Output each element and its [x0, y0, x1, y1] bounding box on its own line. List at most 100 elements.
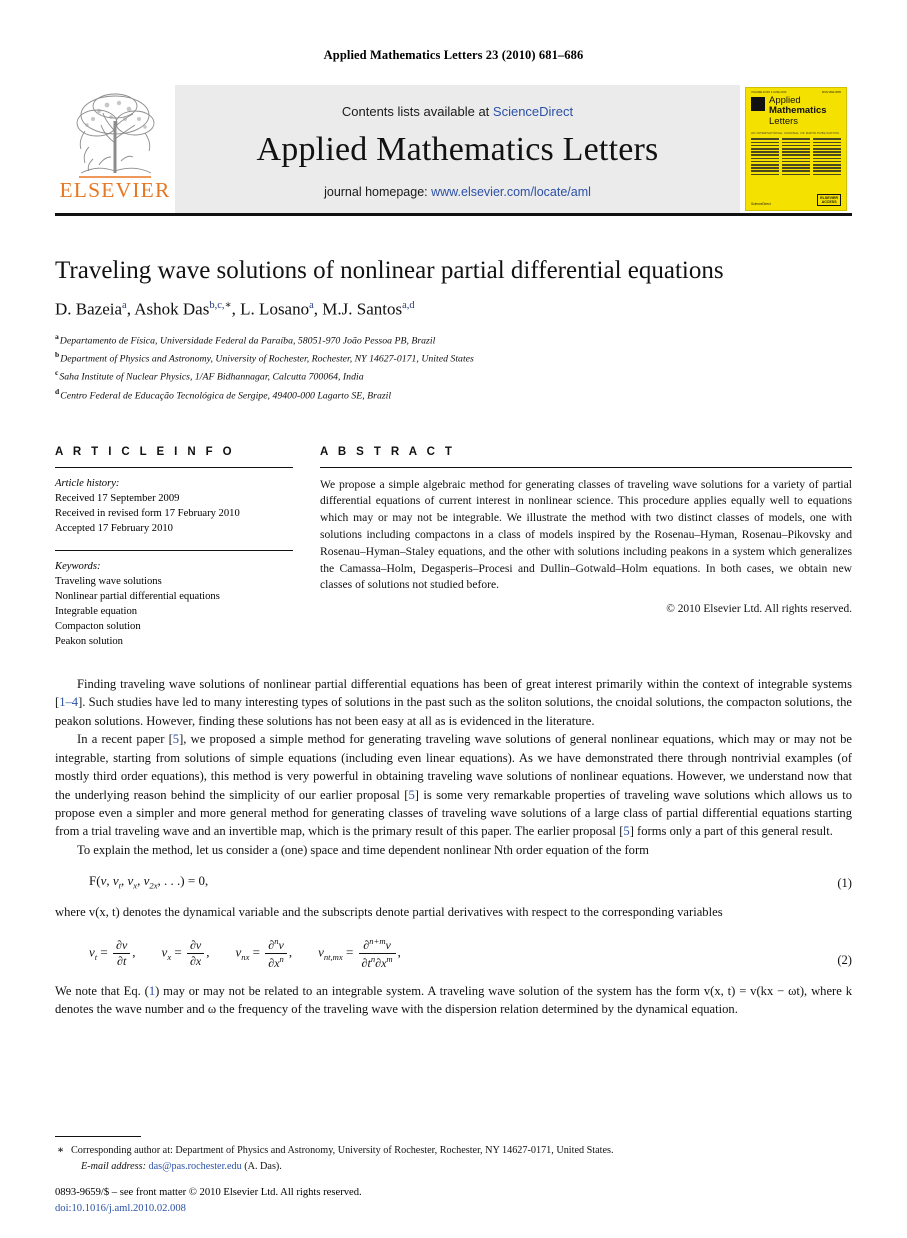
author-name: M.J. Santos [322, 299, 403, 319]
para3-text: To explain the method, let us consider a… [77, 842, 649, 857]
journal-masthead: ELSEVIER Contents lists available at Sci… [55, 85, 852, 216]
elsevier-tree-icon [76, 93, 155, 178]
equation-2-body: vt = ∂v ∂t, vx = ∂v ∂x, vnx = ∂nv ∂xn, vnt,… [55, 935, 401, 970]
cover-column [813, 138, 841, 176]
eq2-term-vx: vx = ∂v ∂x, [161, 937, 210, 968]
para1-part-b: ]. Such studies have led to many interes… [55, 695, 852, 728]
masthead-center: Contents lists available at ScienceDirec… [175, 85, 740, 213]
divider [55, 549, 293, 551]
doi-link[interactable]: doi:10.1016/j.aml.2010.02.008 [55, 1201, 362, 1216]
cover-column [751, 138, 779, 176]
corresponding-author-note: ∗ Corresponding author at: Department of… [55, 1143, 852, 1158]
keyword-item: Peakon solution [55, 635, 123, 647]
cover-access-badge: ELSEVIER ACCESS [817, 193, 841, 206]
sciencedirect-link[interactable]: ScienceDirect [493, 104, 573, 119]
article-history-block: Article history: Received 17 September 2… [55, 476, 293, 536]
affiliation-item: dCentro Federal de Educação Tecnológica … [55, 386, 852, 404]
journal-cover-image: VOLUME 23 NO 6 JUNE 2010 ISSN 0893-9659 … [745, 87, 847, 211]
author-affil-mark: a,d [402, 299, 415, 311]
article-history-label: Article history: [55, 477, 120, 489]
email-note: E-mail address: das@pas.rochester.edu (A… [55, 1159, 852, 1174]
cover-title-line3: Letters [769, 115, 799, 127]
abstract-heading: A B S T R A C T [320, 445, 456, 458]
body-paragraph-1: Finding traveling wave solutions of nonl… [55, 675, 852, 730]
eq2-term-vntmx: vnt,mx = ∂n+mv ∂tn∂xm, [318, 935, 401, 970]
cover-contents-columns [751, 138, 841, 176]
author-name: D. Bazeia [55, 299, 123, 319]
affiliation-text: Department of Physics and Astronomy, Uni… [60, 353, 474, 365]
history-item: Received in revised form 17 February 201… [55, 507, 240, 519]
equation-1-body: F(v, vt, vx, v2x, . . .) = 0, [89, 873, 209, 891]
body-paragraph-3: To explain the method, let us consider a… [55, 841, 852, 859]
email-label: E-mail address: [81, 1160, 146, 1172]
article-info-heading: A R T I C L E I N F O [55, 445, 236, 458]
cover-issn-text: ISSN 0893-9659 [821, 91, 841, 94]
cover-sciencedirect-label: ScienceDirect [751, 202, 771, 206]
cover-bottom: ScienceDirect ELSEVIER ACCESS [751, 193, 841, 206]
asterisk-icon: ∗ [57, 1145, 65, 1157]
equation-2: vt = ∂v ∂t, vx = ∂v ∂x, vnx = ∂nv ∂xn, vnt,… [55, 935, 852, 970]
article-title: Traveling wave solutions of nonlinear pa… [55, 257, 724, 284]
cover-badge-line2: ACCESS [821, 199, 837, 204]
cover-publisher-mark [751, 96, 765, 111]
journal-title: Applied Mathematics Letters [256, 130, 659, 168]
eq2-term-vnx: vnx = ∂nv ∂xn, [235, 935, 293, 970]
cover-subtitle: AN INTERNATIONAL JOURNAL OF RAPID PUBLIC… [751, 131, 840, 136]
journal-cover-thumbnail: VOLUME 23 NO 6 JUNE 2010 ISSN 0893-9659 … [740, 85, 852, 213]
history-item: Accepted 17 February 2010 [55, 522, 173, 534]
elsevier-wordmark: ELSEVIER [59, 178, 171, 202]
history-item: Received 17 September 2009 [55, 492, 180, 504]
author-name: L. Losano [240, 299, 310, 319]
keyword-item: Traveling wave solutions [55, 575, 162, 587]
abstract-column: A B S T R A C T We propose a simple alge… [320, 446, 852, 649]
keywords-label: Keywords: [55, 560, 101, 572]
journal-homepage-line: journal homepage: www.elsevier.com/locat… [324, 185, 591, 199]
footnote-block: ∗ Corresponding author at: Department of… [55, 1136, 852, 1174]
contents-prefix: Contents lists available at [341, 103, 493, 119]
affiliation-mark: b [55, 350, 60, 360]
affiliation-list: aDepartamento de Física, Universidade Fe… [55, 331, 852, 404]
affiliation-text: Saha Institute of Nuclear Physics, 1/AF … [59, 371, 364, 383]
equation-1-number: (1) [837, 876, 852, 891]
keywords-block: Keywords: Traveling wave solutions Nonli… [55, 559, 293, 649]
journal-article-page: Applied Mathematics Letters 23 (2010) 68… [0, 0, 907, 1238]
affiliation-mark: a [55, 332, 59, 342]
page-footer: 0893-9659/$ – see front matter © 2010 El… [55, 1185, 362, 1216]
after-eq2-part-b: ) may or may not be related to an integr… [55, 983, 852, 1017]
cover-column [782, 138, 810, 176]
para2-part-a: In a recent paper [ [77, 732, 173, 747]
elsevier-logo: ELSEVIER [55, 85, 175, 213]
author-list: D. Bazeiaa, Ashok Dasb,c,∗, L. Losanoa, … [55, 299, 415, 319]
abstract-copyright: © 2010 Elsevier Ltd. All rights reserved… [666, 603, 852, 616]
citation-link[interactable]: 1–4 [59, 695, 78, 709]
author-affil-mark: b,c, [209, 299, 225, 311]
contents-available-line: Contents lists available at ScienceDirec… [342, 104, 573, 119]
affiliation-mark: c [55, 368, 59, 378]
eq2-term-vt: vt = ∂v ∂t, [89, 937, 136, 968]
after-equation-2-text: We note that Eq. (1) may or may not be r… [55, 982, 852, 1019]
affiliation-mark: d [55, 386, 60, 396]
info-abstract-row: A R T I C L E I N F O Article history: R… [55, 446, 852, 649]
email-link[interactable]: das@pas.rochester.edu [149, 1161, 242, 1172]
equation-2-number: (2) [837, 953, 852, 968]
divider [320, 466, 852, 468]
keyword-item: Compacton solution [55, 620, 141, 632]
journal-homepage-link[interactable]: www.elsevier.com/locate/aml [431, 185, 591, 199]
article-body: Finding traveling wave solutions of nonl… [55, 675, 852, 1019]
affiliation-text: Centro Federal de Educação Tecnológica d… [60, 389, 392, 401]
corresponding-author-text: Corresponding author at: Department of P… [71, 1145, 614, 1157]
affiliation-item: cSaha Institute of Nuclear Physics, 1/AF… [55, 367, 852, 385]
divider [55, 466, 293, 468]
cover-title-line2: Mathematics [769, 105, 827, 117]
abstract-text: We propose a simple algebraic method for… [320, 477, 852, 592]
affiliation-item: bDepartment of Physics and Astronomy, Un… [55, 349, 852, 367]
homepage-prefix: journal homepage: [324, 184, 432, 199]
author-affil-mark: a [309, 299, 314, 311]
author-affil-mark: a [122, 299, 127, 311]
keyword-item: Integrable equation [55, 605, 138, 617]
equation-1: F(v, vt, vx, v2x, . . .) = 0, (1) [55, 871, 852, 892]
article-info-column: A R T I C L E I N F O Article history: R… [55, 446, 293, 649]
para2-part-d: ] forms only a part of this general resu… [629, 824, 833, 839]
cover-title-line1: Applied [769, 94, 801, 106]
keyword-item: Nonlinear partial differential equations [55, 590, 220, 602]
